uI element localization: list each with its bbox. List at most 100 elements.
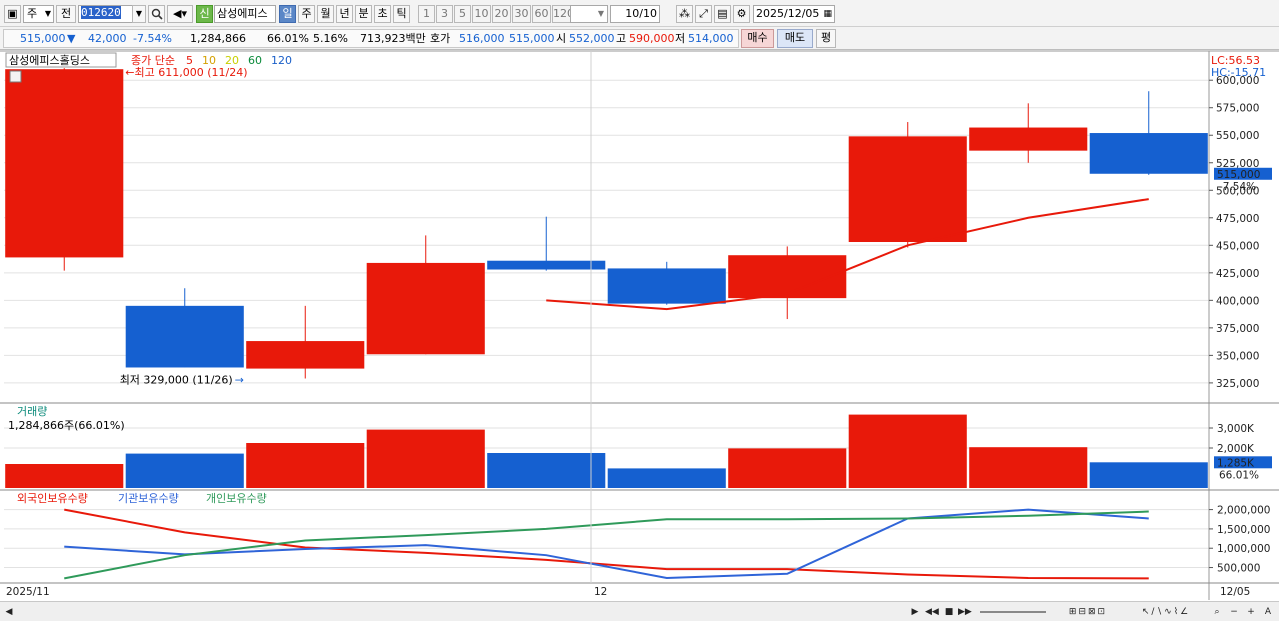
current-price: 515,000: [20, 32, 66, 45]
trade-amount: 713,923백만: [360, 32, 426, 45]
price-tick-label: 325,000: [1216, 378, 1259, 390]
date-value: 2025/12/05: [756, 7, 820, 20]
holdings-tick-label: 2,000,000: [1217, 505, 1270, 517]
interval-tab-10[interactable]: 10: [472, 5, 491, 23]
holdings-tick-label: 1,000,000: [1217, 543, 1270, 555]
save-icon[interactable]: ▤: [714, 5, 731, 23]
zoom-slider[interactable]: [980, 611, 1046, 613]
timeframe-tab-6[interactable]: 틱: [393, 5, 410, 23]
candle-body: [5, 69, 124, 258]
holdings-legend-0: 외국인보유수량: [17, 492, 88, 505]
search-icon[interactable]: [148, 5, 165, 23]
timeframe-tab-4[interactable]: 분: [355, 5, 372, 23]
volume-title: 거래량: [17, 405, 47, 418]
interval-tab-5[interactable]: 5: [454, 5, 471, 23]
volume-ratio: 66.01%: [267, 32, 309, 45]
gear-icon[interactable]: ⚙: [733, 5, 750, 23]
zoom-out-icon[interactable]: −: [1228, 605, 1240, 619]
volume-bar: [246, 443, 365, 488]
open-value: 552,000: [569, 32, 615, 45]
volume-bar: [607, 468, 726, 488]
price-tick-label: 550,000: [1216, 130, 1259, 142]
price-tick-label: 350,000: [1216, 350, 1259, 362]
change-value: 42,000: [88, 32, 127, 45]
chart-window: ▣ 주 ▼ 전 012620 ▼ ◀▾ 신 삼성에피스 일주월년분초틱 1 3 5 10…: [0, 0, 1279, 621]
candle-body: [246, 341, 365, 369]
timeframe-tab-1[interactable]: 주: [298, 5, 315, 23]
chart-type-icon[interactable]: ⁂: [676, 5, 693, 23]
calendar-icon: ▦: [823, 9, 832, 19]
candle-body: [969, 127, 1088, 151]
interval-tab-3[interactable]: 3: [436, 5, 453, 23]
tool-icons[interactable]: ⊞⊟⊠⊡: [1058, 605, 1118, 619]
text-tool-icon[interactable]: A: [1262, 605, 1274, 619]
timeframe-tab-5[interactable]: 초: [374, 5, 391, 23]
scroll-first-icon[interactable]: ◀◀: [925, 605, 939, 619]
stock-name-field[interactable]: 삼성에피스: [214, 5, 276, 23]
x-start-label: 2025/11: [6, 586, 50, 598]
candle-body: [848, 136, 967, 243]
stock-chart[interactable]: 600,000575,000550,000525,000500,000475,0…: [0, 50, 1279, 601]
high-label: 고: [616, 32, 627, 45]
buy-button[interactable]: 매수: [741, 29, 774, 48]
volume-bar: [125, 453, 244, 488]
scroll-last-icon[interactable]: ▶▶: [958, 605, 972, 619]
prev-button[interactable]: 전: [56, 5, 76, 23]
candle-body: [1089, 133, 1208, 174]
volume-value: 1,284,866: [190, 32, 246, 45]
scroll-right-icon[interactable]: ▶: [909, 605, 921, 619]
timeframe-tab-0[interactable]: 일: [279, 5, 296, 23]
volume-value-label: 1,284,866주(66.01%): [8, 419, 125, 432]
chart-scrollbar[interactable]: ◀ ▶ ◀◀ ■ ▶▶ ⊞⊟⊠⊡ ↖∕∖∿⌇∠ ⌕ − + A: [0, 601, 1279, 621]
ma-legend-5: 5: [186, 54, 193, 67]
interval-tab-20[interactable]: 20: [492, 5, 511, 23]
count-value: 10: [625, 7, 640, 20]
candle-body: [125, 305, 244, 368]
timeframe-tab-2[interactable]: 월: [317, 5, 334, 23]
ma-legend-title: 종가 단순: [131, 54, 175, 67]
interval-select[interactable]: ▼: [570, 5, 608, 23]
interval-tab-60[interactable]: 60: [532, 5, 551, 23]
price-tick-label: 575,000: [1216, 103, 1259, 115]
volume-bar: [848, 414, 967, 488]
volume-tick-label: 2,000K: [1217, 443, 1255, 455]
scroll-left-icon[interactable]: ◀: [3, 605, 15, 619]
layout-icon[interactable]: ▣: [4, 5, 21, 23]
timeframe-tab-3[interactable]: 년: [336, 5, 353, 23]
last-change-label: -7.54%: [1219, 181, 1256, 193]
holdings-tick-label: 500,000: [1217, 563, 1260, 575]
interval-tab-30[interactable]: 30: [512, 5, 531, 23]
draw-icons[interactable]: ↖∕∖∿⌇∠: [1120, 605, 1212, 619]
price-tick-label: 425,000: [1216, 268, 1259, 280]
low-label: 저: [675, 32, 686, 45]
volume-bar: [5, 464, 124, 488]
period-select[interactable]: 주 ▼: [23, 5, 54, 23]
volume-bar: [1089, 462, 1208, 488]
count-field[interactable]: 10/10: [610, 5, 660, 23]
candle-body: [366, 262, 485, 355]
ask-value: 516,000: [459, 32, 505, 45]
new-button[interactable]: 신: [196, 5, 213, 23]
stop-icon[interactable]: ■: [943, 605, 955, 619]
volume-bar: [366, 429, 485, 488]
sound-icon[interactable]: ◀▾: [167, 5, 193, 23]
eval-button[interactable]: 평: [816, 29, 836, 48]
volume-last-label: 1,285K: [1217, 457, 1255, 469]
change-arrow: ▼: [67, 32, 76, 45]
interval-tab-1[interactable]: 1: [418, 5, 435, 23]
zoom-icon[interactable]: ⌕: [1211, 605, 1223, 619]
stock-name-label: 삼성에피스홀딩스: [9, 54, 90, 67]
open-label: 시: [556, 32, 567, 45]
high-value: 590,000: [629, 32, 675, 45]
low-arrow: →: [235, 373, 244, 386]
stock-code-value: 012620: [81, 6, 121, 19]
holdings-legend-2: 개인보유수량: [206, 492, 267, 505]
main-toolbar: ▣ 주 ▼ 전 012620 ▼ ◀▾ 신 삼성에피스 일주월년분초틱 1 3 5 10…: [0, 0, 1279, 27]
count-total: /10: [639, 7, 657, 20]
date-field[interactable]: 2025/12/05 ▦: [753, 5, 835, 23]
ma-legend-20: 20: [225, 54, 239, 67]
chevron-down-icon[interactable]: ▼: [132, 5, 146, 23]
zoom-in-icon[interactable]: +: [1245, 605, 1257, 619]
sell-button[interactable]: 매도: [777, 29, 813, 48]
draw-tool-icon[interactable]: ⤢: [695, 5, 712, 23]
